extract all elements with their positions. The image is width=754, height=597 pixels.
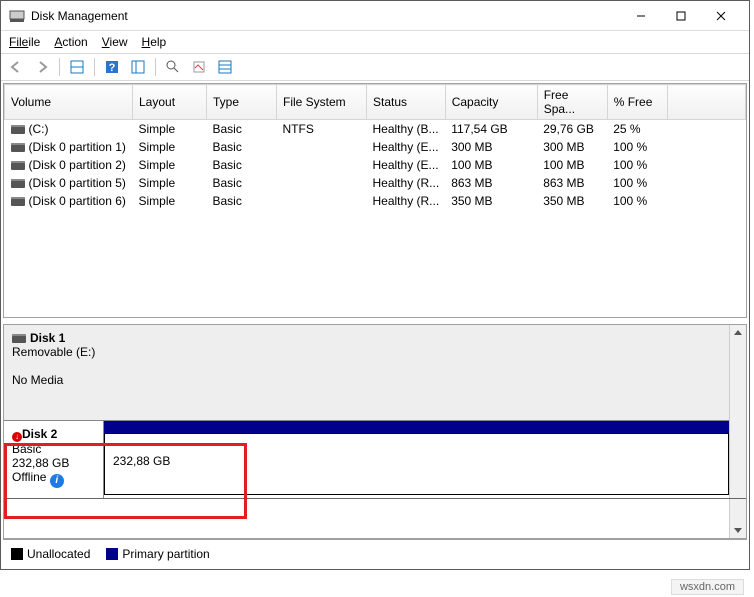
toolbar: ?: [1, 53, 749, 81]
list-button[interactable]: [214, 56, 236, 78]
refresh-button[interactable]: [162, 56, 184, 78]
disk1-status: No Media: [12, 373, 63, 387]
credit-text: wsxdn.com: [671, 579, 744, 595]
window-title: Disk Management: [31, 9, 621, 23]
table-header-row[interactable]: Volume Layout Type File System Status Ca…: [5, 85, 746, 120]
disk-mgmt-icon: [9, 8, 25, 24]
minimize-button[interactable]: [621, 2, 661, 30]
volume-icon: [11, 143, 25, 152]
toolbar-separator: [94, 58, 95, 76]
volume-icon: [11, 197, 25, 206]
col-free[interactable]: Free Spa...: [537, 85, 607, 120]
svg-text:?: ?: [109, 62, 116, 74]
volume-icon: [11, 161, 25, 170]
menu-file[interactable]: File: [9, 35, 28, 49]
close-button[interactable]: [701, 2, 741, 30]
disk-icon: [12, 334, 26, 343]
disk2-title: Disk 2: [22, 427, 57, 441]
col-volume[interactable]: Volume: [5, 85, 133, 120]
menu-action[interactable]: Action: [54, 35, 87, 49]
menu-bar: Fileile Action View Help: [1, 31, 749, 53]
menu-view[interactable]: View: [102, 35, 128, 49]
disk-management-window: Disk Management Fileile Action View Help…: [0, 0, 750, 570]
error-icon: ↓: [12, 432, 22, 442]
view-panes-button[interactable]: [66, 56, 88, 78]
col-layout[interactable]: Layout: [133, 85, 207, 120]
partition-size: 232,88 GB: [113, 454, 170, 468]
legend-bar: Unallocated Primary partition: [3, 539, 747, 567]
disk1-header[interactable]: Disk 1 Removable (E:) No Media: [4, 325, 746, 420]
partition-stripe: [104, 421, 729, 433]
table-row[interactable]: (C:)SimpleBasicNTFSHealthy (B...117,54 G…: [5, 120, 746, 139]
disk2-partition[interactable]: 232,88 GB: [104, 433, 729, 495]
maximize-button[interactable]: [661, 2, 701, 30]
back-button[interactable]: [5, 56, 27, 78]
col-extra[interactable]: [667, 85, 745, 120]
table-row[interactable]: (Disk 0 partition 1)SimpleBasicHealthy (…: [5, 138, 746, 156]
disk1-type: Removable (E:): [12, 345, 95, 359]
content-area: Volume Layout Type File System Status Ca…: [1, 81, 749, 569]
disk2-status: Offline: [12, 470, 46, 484]
volume-list-pane[interactable]: Volume Layout Type File System Status Ca…: [3, 83, 747, 318]
info-icon[interactable]: i: [50, 474, 64, 488]
col-status[interactable]: Status: [367, 85, 446, 120]
forward-button[interactable]: [31, 56, 53, 78]
disk2-body: 232,88 GB: [104, 421, 729, 498]
volume-icon: [11, 125, 25, 134]
table-row[interactable]: (Disk 0 partition 2)SimpleBasicHealthy (…: [5, 156, 746, 174]
volume-icon: [11, 179, 25, 188]
toolbar-separator: [155, 58, 156, 76]
legend-primary: Primary partition: [106, 547, 209, 561]
disk2-header[interactable]: ↓Disk 2 Basic 232,88 GB Offline i: [4, 421, 104, 498]
volume-table[interactable]: Volume Layout Type File System Status Ca…: [4, 84, 746, 210]
toolbar-separator: [59, 58, 60, 76]
legend-unallocated: Unallocated: [11, 547, 90, 561]
disk-row-disk2[interactable]: ↓Disk 2 Basic 232,88 GB Offline i 232,88…: [4, 421, 746, 499]
menu-help[interactable]: Help: [142, 35, 167, 49]
disk2-type: Basic: [12, 442, 41, 456]
help-button[interactable]: ?: [101, 56, 123, 78]
titlebar[interactable]: Disk Management: [1, 1, 749, 31]
prop-button[interactable]: [188, 56, 210, 78]
table-row[interactable]: (Disk 0 partition 5)SimpleBasicHealthy (…: [5, 174, 746, 192]
col-pct[interactable]: % Free: [607, 85, 667, 120]
col-type[interactable]: Type: [207, 85, 277, 120]
disk1-title: Disk 1: [30, 331, 65, 345]
col-fs[interactable]: File System: [277, 85, 367, 120]
disk2-size: 232,88 GB: [12, 456, 69, 470]
disk-graphic-pane[interactable]: Disk 1 Removable (E:) No Media ↓Disk 2 B…: [3, 324, 747, 539]
col-capacity[interactable]: Capacity: [445, 85, 537, 120]
view-settings-button[interactable]: [127, 56, 149, 78]
disk-row-disk1[interactable]: Disk 1 Removable (E:) No Media: [4, 325, 746, 421]
table-row[interactable]: (Disk 0 partition 6)SimpleBasicHealthy (…: [5, 192, 746, 210]
